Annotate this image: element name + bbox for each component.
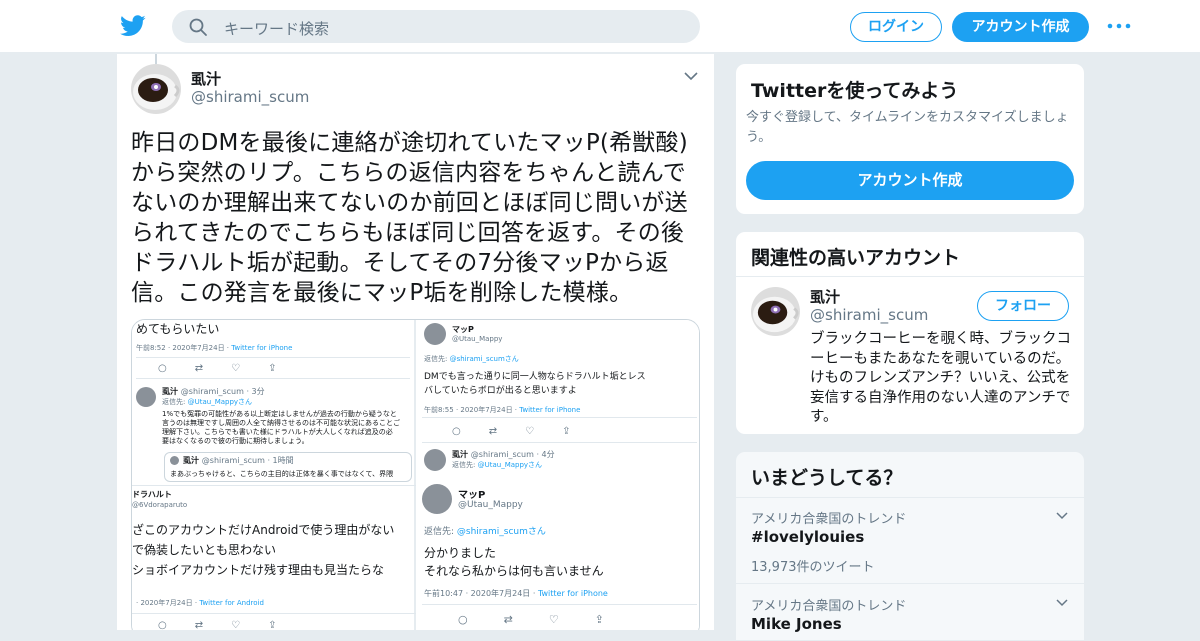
divider [422, 417, 697, 418]
trends-card: いまどうしてる？ アメリカ合衆国のトレンド #lovelylouies 13,9… [735, 451, 1085, 641]
coffee-cup-avatar-icon [751, 287, 800, 336]
ss-via: Twitter for iPhone [231, 344, 293, 352]
avatar [424, 323, 446, 345]
ss-body: 分かりました [424, 546, 497, 560]
card-title: Twitterを使ってみよう [751, 80, 959, 102]
tweet-panel: 虱汁 @shirami_scum 昨日のDMを最後に連絡が途切れていたマッP(希… [116, 54, 715, 630]
search-icon [189, 18, 207, 36]
card-title: 関連性の高いアカウント [751, 247, 961, 269]
try-twitter-card: Twitterを使ってみよう 今すぐ登録して、タイムラインをカスタマイズしましょ… [735, 63, 1085, 215]
trend-context: アメリカ合衆国のトレンド [751, 512, 907, 527]
chevron-down-icon[interactable] [684, 71, 698, 81]
trend-name[interactable]: Mike Jones [751, 615, 842, 633]
media-image-right[interactable]: マッP @Utau_Mappy 返信先: @shirami_scumさん DMで… [418, 320, 699, 630]
ss-reply-to: @shirami_scumさん [449, 355, 519, 363]
signup-button[interactable]: アカウント作成 [952, 12, 1089, 42]
avatar[interactable] [751, 287, 800, 336]
divider [132, 485, 416, 486]
avatar [170, 456, 179, 465]
ss-via: Twitter for iPhone [537, 589, 608, 598]
related-accounts-card: 関連性の高いアカウント 虱汁 @shirami_scum フォロー ブラックコー… [735, 231, 1085, 435]
ss-via: Twitter for iPhone [519, 406, 581, 414]
card-title: いまどうしてる？ [751, 467, 903, 489]
twitter-logo-icon[interactable] [120, 14, 146, 38]
search-input[interactable]: キーワード検索 [224, 18, 329, 39]
trend-context: アメリカ合衆国のトレンド [751, 599, 907, 614]
trend-count: 13,973件のツイート [751, 560, 875, 575]
ss-reply-to: @Utau_Mappyさん [187, 398, 253, 406]
ss-handle: @Utau_Mappy [452, 335, 503, 343]
avatar [424, 449, 446, 471]
ss-body: それなら私からは何も言いません [424, 564, 604, 578]
ss-body: ざこのアカウントだけAndroidで使う理由がない [132, 523, 395, 537]
ss-body: で偽装したいとも思わない [132, 543, 277, 557]
divider [136, 357, 410, 358]
ss-body: ショボイアカウントだけ残す理由も見当たらな [132, 563, 385, 577]
ss-name: マッP [452, 325, 474, 334]
top-bar: キーワード検索 ログイン アカウント作成 [0, 0, 1200, 53]
ss-body: DMでも言った通りに同一人物ならドラハルト垢とレス [424, 372, 646, 382]
ss-handle: @6Vdoraparuto [132, 501, 188, 509]
ss-body: まあぶっちゃけると、こちらの主目的は正体を暴く事ではなくて、界隈 [170, 470, 394, 478]
ss-name: マッP [458, 490, 486, 501]
chevron-down-icon[interactable] [1056, 512, 1068, 520]
account-name[interactable]: 虱汁 [810, 286, 840, 307]
ss-reply-prefix: 返信先: [424, 527, 457, 537]
ss-actions: ○⇄♡⇪ [452, 426, 599, 437]
divider [736, 276, 1084, 277]
coffee-cup-avatar-icon [131, 64, 181, 114]
avatar[interactable] [131, 64, 181, 114]
chevron-down-icon[interactable] [1056, 599, 1068, 607]
divider [422, 442, 697, 443]
search-bar[interactable]: キーワード検索 [172, 10, 700, 43]
ss-time: 午前8:55 · 2020年7月24日 · [424, 406, 520, 414]
ss-time: 午前8:52 · 2020年7月24日 · [136, 344, 232, 352]
trend-name[interactable]: #lovelylouies [751, 528, 864, 546]
author-handle[interactable]: @shirami_scum [191, 88, 309, 106]
ss-reply-prefix: 返信先: [162, 398, 188, 406]
tweet-media[interactable]: めてもらいたい 午前8:52 · 2020年7月24日 · Twitter fo… [131, 319, 700, 630]
ss-time: 午前10:47 · 2020年7月24日 · [424, 589, 538, 598]
ss-time: · 2020年7月24日 · [136, 599, 200, 607]
ss-text: めてもらいたい [136, 322, 220, 336]
ss-meta: @shirami_scum · 3分 [180, 387, 265, 396]
ss-meta: @shirami_scum · 4分 [470, 450, 555, 459]
ss-name: ドラハルト [132, 490, 172, 499]
divider [422, 604, 697, 605]
thread-line [155, 54, 157, 64]
ss-actions: ○⇄♡⇪ [458, 613, 640, 626]
ss-handle: @Utau_Mappy [458, 500, 523, 510]
account-bio: ブラックコーヒーを覗く時、ブラックコーヒーもまたあなたを覗いているのだ。 けもの… [810, 331, 1071, 425]
ss-reply-to: @Utau_Mappyさん [477, 461, 543, 469]
ss-reply-prefix: 返信先: [452, 461, 478, 469]
tweet-text: 昨日のDMを最後に連絡が途切れていたマッP(希獣酸)から突然のリプ。こちらの返信… [131, 130, 688, 306]
overlay-screenshot: マッP @Utau_Mappy 返信先: @shirami_scumさん 分かり… [418, 474, 699, 630]
ss-name: 虱汁 [183, 456, 199, 465]
card-description: 今すぐ登録して、タイムラインをカスタマイズしましょう。 [746, 110, 1069, 145]
ss-via: Twitter for Android [199, 599, 264, 607]
avatar [136, 387, 156, 407]
account-handle[interactable]: @shirami_scum [810, 306, 928, 324]
login-button[interactable]: ログイン [850, 12, 942, 42]
avatar [422, 484, 452, 514]
ss-body: 要はなくなるので彼の行動に期待しましょう。 [162, 437, 309, 445]
ss-name: 虱汁 [162, 387, 178, 396]
ss-body: バしていたらボロが出ると思いますよ [424, 386, 577, 396]
ss-reply-prefix: 返信先: [424, 355, 450, 363]
ss-name: 虱汁 [452, 450, 468, 459]
ss-actions: ○⇄♡⇪ [158, 363, 305, 374]
follow-button[interactable]: フォロー [977, 291, 1069, 321]
ss-actions: ○⇄♡⇪ [158, 620, 305, 630]
divider [132, 613, 416, 614]
signup-button[interactable]: アカウント作成 [746, 161, 1074, 200]
divider [136, 378, 410, 379]
media-image-left[interactable]: めてもらいたい 午前8:52 · 2020年7月24日 · Twitter fo… [132, 320, 416, 630]
author-name[interactable]: 虱汁 [191, 68, 221, 89]
ss-meta: @shirami_scum · 1時間 [201, 456, 294, 465]
more-icon[interactable] [1107, 22, 1131, 30]
quoted-tweet: 虱汁 @shirami_scum · 1時間 まあぶっちゃけると、こちらの主目的… [164, 452, 412, 482]
ss-reply-to: @shirami_scumさん [456, 527, 546, 537]
divider [736, 583, 1084, 584]
divider [736, 497, 1084, 498]
